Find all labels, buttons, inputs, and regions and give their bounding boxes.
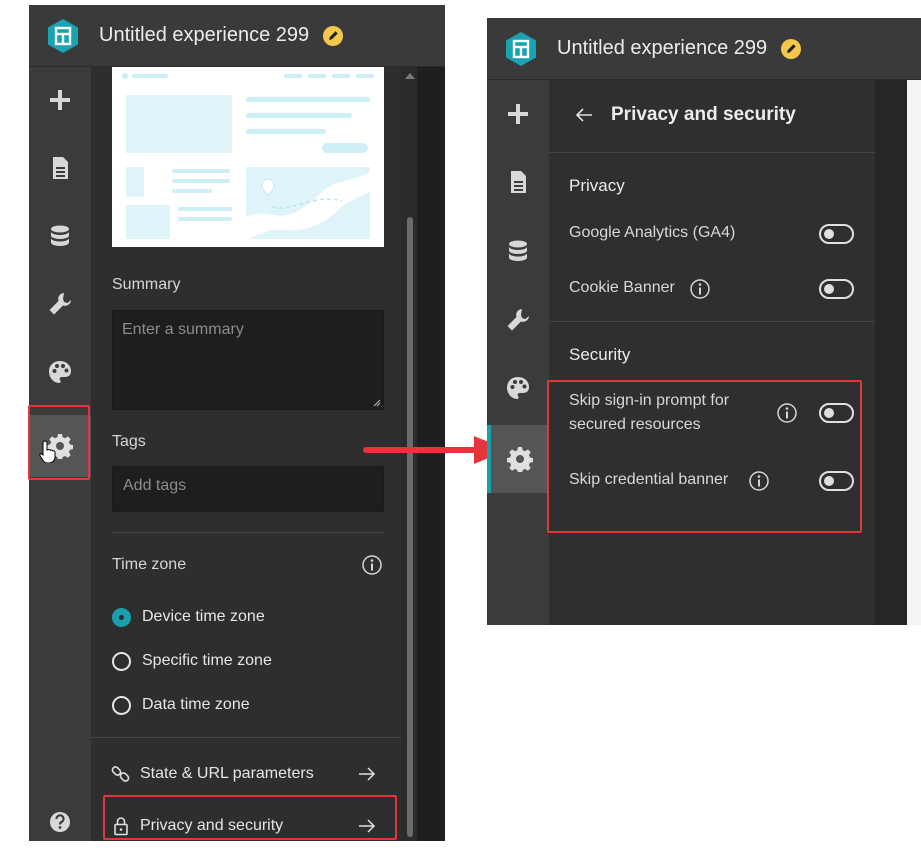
arrow-right-icon xyxy=(357,764,377,784)
layout-preview-image xyxy=(112,67,384,247)
cookie-banner-info-icon[interactable] xyxy=(689,278,711,300)
general-settings-content: Summary Enter a summary Tags Add tags Ti… xyxy=(91,67,401,841)
summary-placeholder: Enter a summary xyxy=(122,321,244,338)
experience-builder-logo-icon xyxy=(503,31,539,67)
tags-label: Tags xyxy=(112,433,146,450)
wrench-icon xyxy=(49,293,71,315)
tags-input[interactable]: Add tags xyxy=(112,466,384,512)
security-heading: Security xyxy=(569,345,631,364)
edit-title-icon[interactable] xyxy=(323,25,344,46)
nav-label: State & URL parameters xyxy=(140,765,314,782)
radio-button[interactable] xyxy=(112,651,131,671)
app-title: Untitled experience 299 xyxy=(557,37,768,59)
privacy-heading: Privacy xyxy=(569,176,625,195)
side-rail xyxy=(487,80,549,625)
option-label-cookie-banner: Cookie Banner xyxy=(569,279,675,296)
right-privacy-panel: Untitled experience 299 Privacy and secu… xyxy=(487,18,921,625)
skip-sign-in-info-icon[interactable] xyxy=(776,402,798,424)
side-rail xyxy=(29,67,91,841)
help-icon xyxy=(50,812,70,832)
page-icon xyxy=(53,157,68,179)
skip-sign-in-toggle[interactable] xyxy=(819,403,854,423)
option-label-line: secured resources xyxy=(569,416,701,433)
timezone-label: Time zone xyxy=(112,556,187,573)
tags-placeholder: Add tags xyxy=(123,477,187,494)
radio-button-selected[interactable] xyxy=(112,607,131,627)
rail-help-button[interactable] xyxy=(29,791,91,853)
option-label-google-analytics: Google Analytics (GA4) xyxy=(569,224,736,241)
palette-icon xyxy=(49,361,71,383)
left-settings-panel: Untitled experience 299 Summary Enter a … xyxy=(29,5,445,841)
link-icon xyxy=(111,766,130,782)
edit-title-icon[interactable] xyxy=(781,38,802,59)
summary-textarea[interactable]: Enter a summary xyxy=(112,310,384,410)
experience-builder-logo-icon xyxy=(45,18,81,54)
radio-label: Device time zone xyxy=(142,608,265,625)
radio-label: Data time zone xyxy=(142,696,250,713)
gear-icon xyxy=(507,447,533,472)
experience-thumbnail[interactable] xyxy=(112,67,384,247)
nav-label: Privacy and security xyxy=(140,817,284,834)
rail-page-button[interactable] xyxy=(487,151,549,213)
rail-data-button[interactable] xyxy=(29,205,91,267)
rail-settings-button[interactable] xyxy=(487,425,549,493)
scrollbar-thumb[interactable] xyxy=(407,217,413,837)
page-icon xyxy=(511,171,526,193)
option-label-skip-sign-in: Skip sign-in prompt for secured resource… xyxy=(569,389,729,437)
divider xyxy=(91,737,401,738)
option-label-line: Skip sign-in prompt for xyxy=(569,392,730,409)
skip-credential-info-icon[interactable] xyxy=(748,470,770,492)
radio-data-time-zone[interactable]: Data time zone xyxy=(112,693,250,717)
lock-icon xyxy=(114,817,128,836)
add-icon xyxy=(508,104,528,124)
summary-label: Summary xyxy=(112,276,181,293)
resize-handle-icon[interactable] xyxy=(373,399,381,407)
panel-title: Privacy and security xyxy=(611,104,796,125)
back-arrow-icon[interactable] xyxy=(574,105,594,130)
app-header: Untitled experience 299 xyxy=(487,18,921,80)
google-analytics-toggle[interactable] xyxy=(819,224,854,244)
skip-credential-banner-toggle[interactable] xyxy=(819,471,854,491)
arrow-right-icon xyxy=(357,816,377,836)
palette-icon xyxy=(507,377,529,399)
option-label-skip-credential-banner: Skip credential banner xyxy=(569,471,729,488)
timezone-info-icon[interactable] xyxy=(361,554,383,576)
wrench-icon xyxy=(507,309,529,331)
cookie-banner-toggle[interactable] xyxy=(819,279,854,299)
add-icon xyxy=(50,90,70,110)
hand-cursor-icon xyxy=(39,439,59,464)
rail-add-button[interactable] xyxy=(487,83,549,145)
canvas-edge xyxy=(875,80,907,625)
rail-theme-button[interactable] xyxy=(29,341,91,403)
app-header: Untitled experience 299 xyxy=(29,5,445,67)
rail-widgets-button[interactable] xyxy=(29,273,91,335)
radio-device-time-zone[interactable]: Device time zone xyxy=(112,605,265,629)
radio-button[interactable] xyxy=(112,695,131,715)
privacy-security-content: Privacy and security Privacy Google Anal… xyxy=(549,80,875,625)
divider xyxy=(549,321,875,322)
rail-add-button[interactable] xyxy=(29,69,91,131)
app-title: Untitled experience 299 xyxy=(99,24,310,46)
canvas-white-area xyxy=(907,80,921,625)
radio-label: Specific time zone xyxy=(142,652,272,669)
panel-header: Privacy and security xyxy=(549,80,875,153)
nav-privacy-and-security[interactable]: Privacy and security xyxy=(110,811,283,841)
nav-state-url-parameters[interactable]: State & URL parameters xyxy=(110,759,314,789)
radio-specific-time-zone[interactable]: Specific time zone xyxy=(112,649,272,673)
rail-theme-button[interactable] xyxy=(487,357,549,419)
rail-page-button[interactable] xyxy=(29,137,91,199)
rail-data-button[interactable] xyxy=(487,220,549,282)
data-icon xyxy=(51,225,69,246)
rail-widgets-button[interactable] xyxy=(487,289,549,351)
divider xyxy=(112,532,384,533)
scroll-up-icon[interactable] xyxy=(405,73,415,79)
data-icon xyxy=(509,240,527,261)
